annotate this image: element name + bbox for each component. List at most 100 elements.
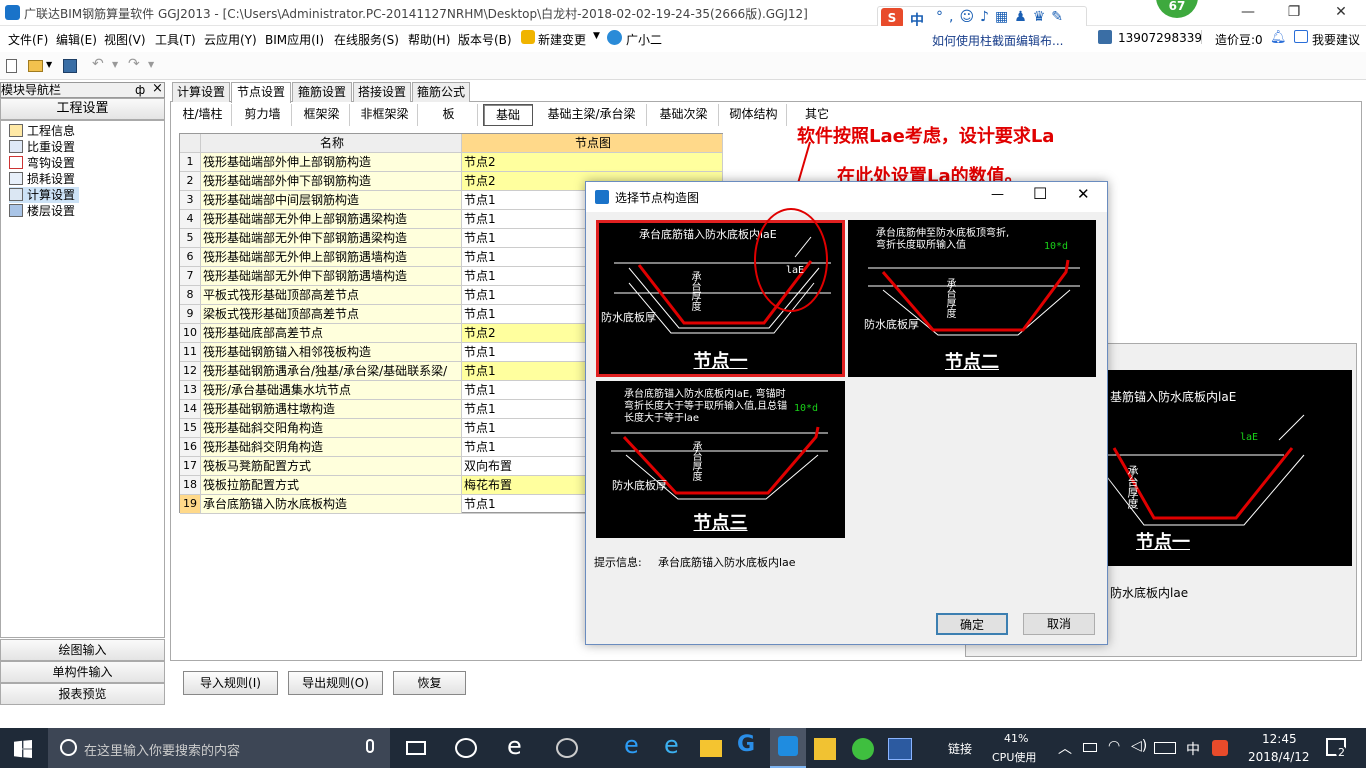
node-option-3[interactable]: 承台底筋锚入防水底板内laE, 弯锚时 弯折长度大于等于取所输入值,且总锚 长度… <box>596 381 845 538</box>
tab-stirrup-settings[interactable]: 箍筋设置 <box>292 82 352 102</box>
cad-app-icon[interactable] <box>888 738 912 760</box>
pin-icon[interactable]: ф <box>135 83 145 97</box>
open-dropdown-icon[interactable]: ▼ <box>46 60 52 69</box>
mic-icon[interactable] <box>366 739 374 753</box>
dialog-minimize-button[interactable]: — <box>991 187 1004 202</box>
update-badge[interactable]: 67 <box>1156 0 1198 18</box>
bell-icon[interactable]: 🔔︎ <box>1270 30 1287 45</box>
subtab-frame-beam[interactable]: 框架梁 <box>294 104 350 126</box>
gear-app-icon[interactable] <box>556 738 578 758</box>
ok-button[interactable]: 确定 <box>936 613 1008 635</box>
ie-icon[interactable]: e <box>664 731 679 759</box>
nav-item-loss[interactable]: 损耗设置 <box>9 171 75 187</box>
nav-section-project-settings[interactable]: 工程设置 <box>0 98 165 120</box>
subtab-column[interactable]: 柱/墙柱 <box>174 104 232 126</box>
clock-time[interactable]: 12:45 <box>1262 732 1297 746</box>
node3-dim-label: 10*d <box>794 403 819 414</box>
volume-icon[interactable]: ◁) <box>1131 738 1147 754</box>
clock-date[interactable]: 2018/4/12 <box>1248 750 1310 764</box>
row-name: 筏形基础端部无外伸下部钢筋遇墙构造 <box>201 267 462 285</box>
import-rules-button[interactable]: 导入规则(I) <box>183 671 278 695</box>
subtab-non-frame-beam[interactable]: 非框架梁 <box>352 104 418 126</box>
subtab-shear-wall[interactable]: 剪力墙 <box>234 104 292 126</box>
menu-help[interactable]: 帮助(H) <box>408 31 450 48</box>
row-name: 筏形基础钢筋遇柱墩构造 <box>201 400 462 418</box>
nav-item-floor[interactable]: 楼层设置 <box>9 203 75 219</box>
notes-app-icon[interactable] <box>814 738 836 760</box>
nav-item-hook[interactable]: 弯钩设置 <box>9 155 75 171</box>
dropdown-arrow-icon[interactable]: ▼ <box>593 31 600 41</box>
hint-text: 承台底筋锚入防水底板内lae <box>658 556 796 569</box>
subtab-masonry[interactable]: 砌体结构 <box>721 104 787 126</box>
subtab-main-beam[interactable]: 基础主梁/承台梁 <box>537 104 647 126</box>
dialog-app-icon <box>595 190 609 204</box>
menu-bim[interactable]: BIM应用(I) <box>265 31 324 48</box>
glodon-g-icon[interactable]: G <box>737 732 755 757</box>
sogou-tray-icon[interactable] <box>1212 740 1228 756</box>
menu-new-change[interactable]: 新建变更 <box>538 31 586 48</box>
nav-report-preview[interactable]: 报表预览 <box>0 683 165 705</box>
wifi-icon[interactable]: ◠ <box>1108 738 1120 754</box>
menu-tools[interactable]: 工具(T) <box>155 31 196 48</box>
tab-calc-settings[interactable]: 计算设置 <box>172 82 230 102</box>
ime-icons[interactable]: °,☺♪▦♟♛✎ <box>936 9 1069 25</box>
new-file-icon[interactable] <box>6 59 17 73</box>
restore-button[interactable]: 恢复 <box>393 671 466 695</box>
undo-icon[interactable]: ↶ <box>92 56 104 72</box>
menu-cloud[interactable]: 云应用(Y) <box>204 31 257 48</box>
maximize-button[interactable]: ❐ <box>1271 0 1317 26</box>
windows-start-icon[interactable] <box>14 740 32 758</box>
dialog-title-bar: 选择节点构造图 — ☐ ✕ <box>586 182 1107 212</box>
ggj-app-icon[interactable] <box>770 728 806 768</box>
tab-node-settings[interactable]: 节点设置 <box>231 82 291 103</box>
subtab-slab[interactable]: 板 <box>420 104 478 126</box>
task-view-icon[interactable] <box>406 741 426 755</box>
tab-stirrup-formula[interactable]: 箍筋公式 <box>412 82 470 102</box>
fan-app-icon[interactable] <box>455 738 477 758</box>
menu-online[interactable]: 在线服务(S) <box>334 31 399 48</box>
redo-dropdown-icon[interactable]: ▼ <box>148 60 154 69</box>
ime-indicator[interactable]: 中 <box>1186 739 1200 759</box>
menu-version[interactable]: 版本号(B) <box>458 31 512 48</box>
menu-view[interactable]: 视图(V) <box>104 31 146 48</box>
help-link[interactable]: 如何使用柱截面编辑布... <box>932 32 1063 49</box>
search-box[interactable]: 在这里输入你要搜索的内容 <box>48 728 390 768</box>
minimize-button[interactable]: — <box>1225 0 1271 26</box>
menu-edit[interactable]: 编辑(E) <box>56 31 97 48</box>
menu-file[interactable]: 文件(F) <box>8 31 48 48</box>
redo-icon[interactable]: ↷ <box>128 56 140 72</box>
user-beans[interactable]: 造价豆:0 <box>1215 31 1263 48</box>
close-button[interactable]: ✕ <box>1318 0 1364 26</box>
menu-assistant[interactable]: 广小二 <box>626 31 662 48</box>
node-option-2[interactable]: 承台底筋伸至防水底板顶弯折, 弯折长度取所输入值 10*d 防水底板厚 承台厚度… <box>848 220 1096 377</box>
dialog-close-button[interactable]: ✕ <box>1077 185 1090 203</box>
save-icon[interactable] <box>63 59 77 73</box>
file-explorer-icon[interactable] <box>700 740 722 757</box>
undo-dropdown-icon[interactable]: ▼ <box>112 60 118 69</box>
nav-item-calc[interactable]: 计算设置 <box>9 187 79 203</box>
table-row[interactable]: 1 筏形基础端部外伸上部钢筋构造 节点2 <box>180 153 723 172</box>
row-node-value[interactable]: 节点2 <box>462 153 723 171</box>
open-folder-icon[interactable] <box>28 60 43 72</box>
nav-single-component[interactable]: 单构件输入 <box>0 661 165 683</box>
suggest-link[interactable]: 我要建议 <box>1312 31 1360 48</box>
battery-icon[interactable] <box>1083 743 1097 752</box>
export-rules-button[interactable]: 导出规则(O) <box>288 671 383 695</box>
header-node-diagram: 节点图 <box>462 134 723 152</box>
links-label[interactable]: 链接 <box>948 740 972 757</box>
nav-item-project-info[interactable]: 工程信息 <box>9 123 75 139</box>
nav-drawing-input[interactable]: 绘图输入 <box>0 639 165 661</box>
tray-up-icon[interactable]: ︿ <box>1058 738 1072 758</box>
subtab-secondary-beam[interactable]: 基础次梁 <box>649 104 719 126</box>
tab-lap-settings[interactable]: 搭接设置 <box>353 82 411 102</box>
nav-item-density[interactable]: 比重设置 <box>9 139 75 155</box>
dialog-maximize-button[interactable]: ☐ <box>1033 184 1047 203</box>
green-app-icon[interactable] <box>852 738 874 760</box>
subtab-foundation[interactable]: 基础 <box>483 104 533 126</box>
edge-icon[interactable]: e <box>507 732 522 760</box>
cancel-button[interactable]: 取消 <box>1023 613 1095 635</box>
user-phone[interactable]: 13907298339 <box>1118 31 1202 45</box>
ie-edge-icon[interactable]: e <box>624 731 639 759</box>
nav-close-icon[interactable]: × <box>152 82 163 96</box>
keyboard-icon[interactable] <box>1154 742 1176 754</box>
